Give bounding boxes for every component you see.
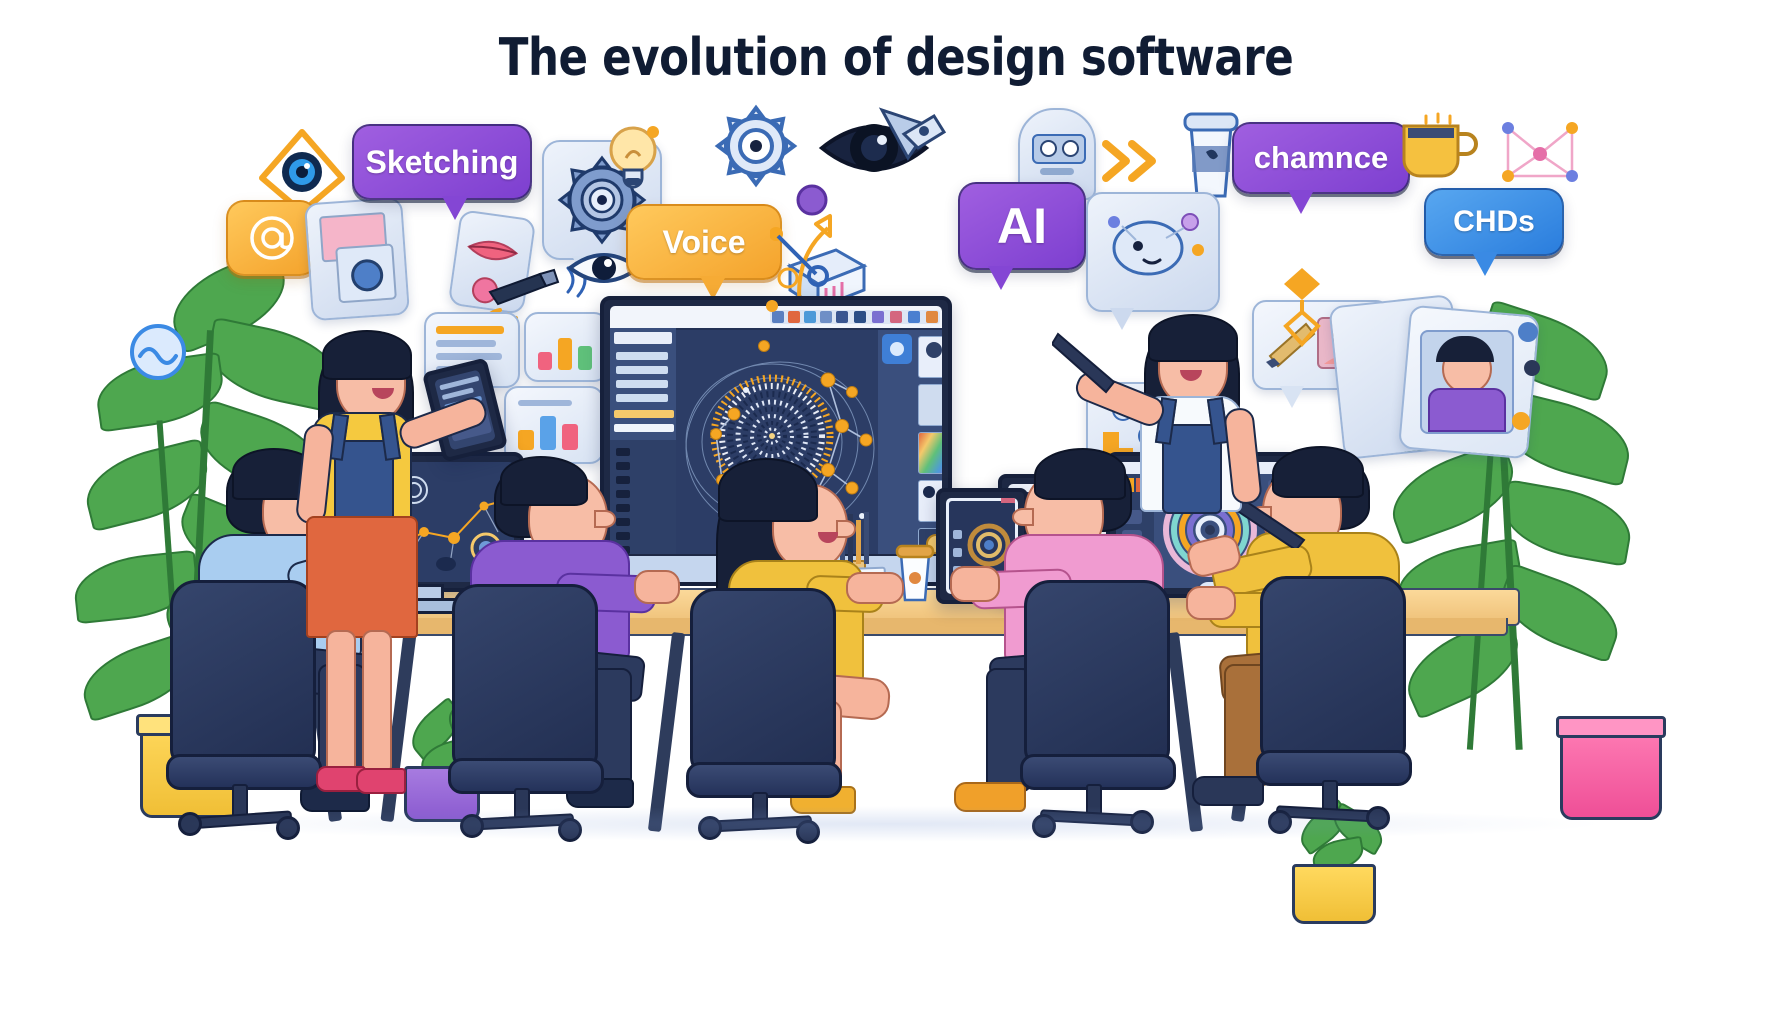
pencil: [864, 512, 869, 564]
bubble-chamnce: chamnce: [1232, 122, 1410, 214]
bubble-label: Sketching: [365, 143, 519, 180]
bar-chart-card-icon: [524, 312, 608, 382]
desk-leg: [647, 631, 686, 833]
pen-nib-icon: [878, 107, 947, 161]
bubble-label: chamnce: [1253, 140, 1389, 175]
page-title: The evolution of design software: [498, 28, 1294, 88]
camera-card-icon: [304, 196, 410, 322]
monitor-power-led: [766, 300, 778, 312]
gear-small-icon: [714, 104, 798, 188]
diamond-icon: [1283, 268, 1321, 348]
node-graph-icon: [1502, 122, 1578, 182]
coffee-mug-icon: [1402, 112, 1478, 178]
skirt: [306, 516, 418, 638]
bubble-ai: AI: [958, 182, 1086, 290]
pencil: [856, 520, 861, 564]
at-sign-bubble-icon: [226, 200, 338, 276]
shoe: [1192, 776, 1264, 806]
bubble-chds: CHDs: [1424, 188, 1564, 276]
ai-analysis-card: [1086, 192, 1220, 330]
wave-circle-icon: [130, 324, 186, 380]
lightbulb-icon: [609, 126, 659, 189]
bubble-label: CHDs: [1453, 205, 1535, 238]
bubble-sketching: Sketching: [352, 124, 532, 220]
at-sign-icon: [250, 216, 294, 260]
shoe: [356, 768, 406, 794]
bubble-label: AI: [997, 198, 1047, 254]
chevrons-right-icon: [1102, 140, 1156, 182]
illustration-canvas: The evolution of design software Sketchi…: [0, 0, 1792, 1024]
bubble-label: Voice: [662, 223, 746, 260]
plant-pot-yellow-small: [1292, 864, 1376, 924]
floor-shadow: [170, 806, 1610, 842]
stylus-icon: [1052, 332, 1116, 394]
bar-chart-card-large-icon: [504, 386, 604, 464]
bubble-voice: Voice: [626, 204, 782, 300]
